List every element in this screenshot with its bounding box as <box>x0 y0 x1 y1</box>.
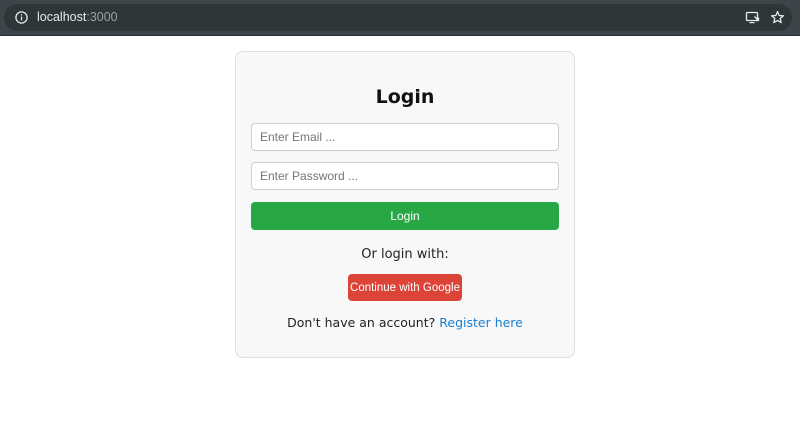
url-host: localhost <box>37 10 87 24</box>
login-button[interactable]: Login <box>251 202 559 230</box>
url-text[interactable]: localhost:3000 <box>37 9 118 26</box>
login-card: Login Login Or login with: Continue with… <box>235 51 575 358</box>
browser-toolbar: localhost:3000 <box>0 0 800 36</box>
password-field[interactable] <box>251 162 559 190</box>
alt-login-text: Or login with: <box>361 247 449 262</box>
star-icon[interactable] <box>770 10 785 25</box>
address-bar[interactable]: localhost:3000 <box>4 4 792 31</box>
info-circle-icon[interactable] <box>15 11 28 24</box>
login-title: Login <box>375 86 435 108</box>
register-prompt: Don't have an account? <box>287 315 436 330</box>
install-app-icon[interactable] <box>745 10 760 25</box>
email-field[interactable] <box>251 123 559 151</box>
google-login-button[interactable]: Continue with Google <box>348 274 462 301</box>
register-prompt-line: Don't have an account? Register here <box>236 314 574 332</box>
register-link[interactable]: Register here <box>439 315 523 330</box>
url-port: :3000 <box>86 10 118 24</box>
